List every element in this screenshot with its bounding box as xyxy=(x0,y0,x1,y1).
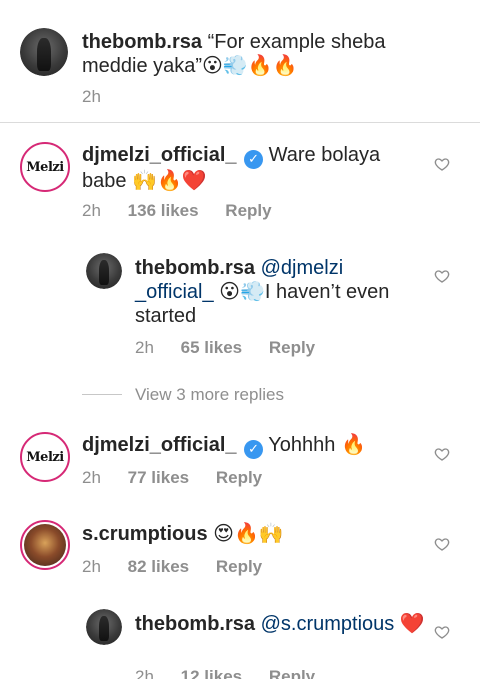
divider xyxy=(82,394,122,395)
mention-link[interactable]: @s.crumptious xyxy=(261,613,395,635)
timestamp: 2h xyxy=(135,338,154,357)
comment-meta: 2h 82 likes Reply xyxy=(82,557,284,577)
heart-icon[interactable] xyxy=(434,156,450,172)
username[interactable]: thebomb.rsa xyxy=(82,31,202,53)
comment-text: djmelzi_official_ ✓ Yohhhh 🔥 xyxy=(82,433,412,459)
likes-count[interactable]: 65 likes xyxy=(181,338,242,357)
verified-badge-icon: ✓ xyxy=(244,439,264,459)
likes-count[interactable]: 12 likes xyxy=(181,667,242,679)
reply-button[interactable]: Reply xyxy=(269,338,315,357)
avatar[interactable]: Melzi xyxy=(20,142,70,192)
heart-icon[interactable] xyxy=(434,268,450,284)
timestamp: 2h xyxy=(82,201,101,220)
likes-count[interactable]: 82 likes xyxy=(128,557,189,576)
divider xyxy=(0,122,480,123)
username[interactable]: djmelzi_official_ xyxy=(82,434,237,456)
reply-button[interactable]: Reply xyxy=(216,468,262,487)
view-more-replies-button[interactable]: View 3 more replies xyxy=(135,385,284,405)
comment-meta: 2h 77 likes Reply xyxy=(82,468,284,488)
comment-meta: 2h 136 likes Reply xyxy=(82,201,294,221)
caption-text: thebomb.rsa “For example sheba meddie ya… xyxy=(82,30,452,78)
username[interactable]: s.crumptious xyxy=(82,523,208,545)
comment-text: s.crumptious 😍🔥🙌 xyxy=(82,522,412,546)
username[interactable]: thebomb.rsa xyxy=(135,613,255,635)
timestamp: 2h xyxy=(135,667,154,679)
comment-text: thebomb.rsa @s.crumptious ❤️ xyxy=(135,612,425,636)
avatar[interactable]: Melzi xyxy=(20,432,70,482)
timestamp: 2h xyxy=(82,87,101,106)
comment-text: djmelzi_official_ ✓ Ware bolaya babe 🙌🔥❤… xyxy=(82,143,412,193)
comment-body: 😍🔥🙌 xyxy=(213,523,284,545)
timestamp: 2h xyxy=(82,468,101,487)
reply-button[interactable]: Reply xyxy=(269,667,315,679)
comment-body: Yohhhh 🔥 xyxy=(268,434,366,456)
username[interactable]: djmelzi_official_ xyxy=(82,144,237,166)
comment-meta: 2h 65 likes Reply xyxy=(135,338,337,358)
verified-badge-icon: ✓ xyxy=(244,149,264,169)
comment-body: ❤️ xyxy=(399,613,425,635)
avatar[interactable] xyxy=(86,253,122,289)
avatar-logo: Melzi xyxy=(26,159,64,175)
likes-count[interactable]: 136 likes xyxy=(128,201,199,220)
heart-icon[interactable] xyxy=(434,446,450,462)
avatar[interactable] xyxy=(86,609,122,645)
reply-button[interactable]: Reply xyxy=(225,201,271,220)
comment-meta: 2h xyxy=(82,87,123,107)
avatar[interactable] xyxy=(20,520,70,570)
heart-icon[interactable] xyxy=(434,536,450,552)
timestamp: 2h xyxy=(82,557,101,576)
avatar-logo: Melzi xyxy=(26,449,64,465)
avatar[interactable] xyxy=(20,28,68,76)
comment-meta: 2h 12 likes Reply xyxy=(135,667,337,679)
likes-count[interactable]: 77 likes xyxy=(128,468,189,487)
reply-button[interactable]: Reply xyxy=(216,557,262,576)
username[interactable]: thebomb.rsa xyxy=(135,257,255,279)
heart-icon[interactable] xyxy=(434,624,450,640)
comment-text: thebomb.rsa @djmelzi _official_ 😮💨I have… xyxy=(135,256,425,328)
